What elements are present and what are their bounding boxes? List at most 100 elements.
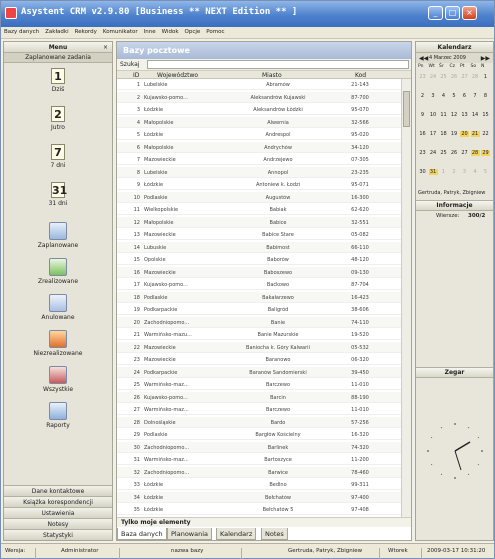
prev-month-icon[interactable]: ◀◀ bbox=[419, 55, 428, 62]
menu-zakladki[interactable]: Zakładki bbox=[42, 27, 71, 35]
calendar-day[interactable]: 19 bbox=[450, 131, 459, 137]
table-row[interactable]: 17 Kujawsko-pomo... Baćkowo 87-704 bbox=[117, 279, 401, 290]
calendar-day[interactable]: 22 bbox=[481, 131, 490, 137]
calendar-day[interactable]: 1 bbox=[481, 74, 490, 80]
table-row[interactable]: 31 Warmińsko-maz... Bartoszyce 11-200 bbox=[117, 454, 401, 465]
filter-planned[interactable]: Zaplanowane bbox=[4, 222, 112, 249]
calendar-day[interactable]: 12 bbox=[450, 112, 459, 118]
menu-opcje[interactable]: Opcje bbox=[182, 27, 204, 35]
menu-bazy-danych[interactable]: Bazy danych bbox=[1, 27, 42, 35]
table-row[interactable]: 12 Małopolskie Babice 32-551 bbox=[117, 216, 401, 228]
menu-komunikator[interactable]: Komunikator bbox=[100, 27, 141, 35]
table-row[interactable]: 20 Zachodniopomo... Banie 74-110 bbox=[117, 316, 401, 328]
filter-today[interactable]: 1 Dziś bbox=[4, 68, 112, 93]
table-row[interactable]: 29 Podlaskie Bargłów Kościelny 16-320 bbox=[117, 429, 401, 440]
maximize-button[interactable]: □ bbox=[445, 6, 460, 20]
table-row[interactable]: 16 Mazowieckie Baboszewo 09-130 bbox=[117, 266, 401, 278]
calendar-day[interactable]: 27 bbox=[460, 150, 469, 156]
search-input[interactable] bbox=[147, 60, 409, 69]
menu-inne[interactable]: Inne bbox=[141, 27, 159, 35]
calendar-day[interactable]: 23 bbox=[418, 74, 427, 80]
calendar-day[interactable]: 7 bbox=[471, 93, 480, 99]
calendar-day[interactable]: 15 bbox=[481, 112, 490, 118]
calendar-day[interactable]: 28 bbox=[471, 74, 480, 80]
filter-7-days[interactable]: 7 7 dni bbox=[4, 144, 112, 169]
calendar-day[interactable]: 26 bbox=[450, 74, 459, 80]
calendar-day[interactable]: 3 bbox=[429, 93, 438, 99]
column-header-wojewodztwo[interactable]: Województwo bbox=[157, 72, 198, 79]
calendar-day[interactable]: 8 bbox=[481, 93, 490, 99]
close-button[interactable]: × bbox=[462, 6, 477, 20]
tab-baza-danych[interactable]: Baza danych bbox=[117, 528, 167, 540]
calendar-day[interactable]: 18 bbox=[439, 131, 448, 137]
calendar-day[interactable]: 5 bbox=[481, 169, 490, 175]
table-row[interactable]: 34 Łódzkie Bełchatów 97-400 bbox=[117, 491, 401, 503]
calendar-day[interactable]: 26 bbox=[450, 150, 459, 156]
calendar-day[interactable]: 24 bbox=[429, 150, 438, 156]
filter-tomorrow[interactable]: 2 Jutro bbox=[4, 106, 112, 131]
table-row[interactable]: 8 Lubelskie Annopol 23-235 bbox=[117, 166, 401, 178]
menu-widok[interactable]: Widok bbox=[159, 27, 182, 35]
calendar-day[interactable]: 1 bbox=[439, 169, 448, 175]
calendar-day[interactable]: 2 bbox=[450, 169, 459, 175]
table-row[interactable]: 5 Łódzkie Andrespol 95-020 bbox=[117, 129, 401, 140]
filter-reports[interactable]: Raporty bbox=[4, 402, 112, 429]
calendar-day[interactable]: 28 bbox=[470, 150, 480, 156]
column-header-id[interactable]: ID bbox=[133, 72, 139, 79]
table-row[interactable]: 3 Łódzkie Aleksandrów Łódzki 95-070 bbox=[117, 104, 401, 115]
menu-rekordy[interactable]: Rekordy bbox=[72, 27, 100, 35]
column-header-kod[interactable]: Kod bbox=[355, 72, 366, 79]
contacts-button[interactable]: Dane kontaktowe bbox=[4, 485, 112, 496]
table-row[interactable]: 27 Warmińsko-maz... Barczewo 11-010 bbox=[117, 404, 401, 415]
notes-button[interactable]: Notesy bbox=[4, 518, 112, 529]
correspondence-button[interactable]: Książka korespondencji bbox=[4, 496, 112, 507]
table-row[interactable]: 32 Zachodniopomo... Barwice 78-460 bbox=[117, 466, 401, 478]
calendar-day[interactable]: 9 bbox=[418, 112, 427, 118]
calendar-day[interactable]: 11 bbox=[439, 112, 448, 118]
table-row[interactable]: 7 Mazowieckie Andrzejewo 07-305 bbox=[117, 154, 401, 165]
filter-31-days[interactable]: 31 31 dni bbox=[4, 182, 112, 207]
calendar-day[interactable]: 20 bbox=[460, 131, 469, 137]
table-row[interactable]: 10 Podlaskie Augustów 16-300 bbox=[117, 191, 401, 203]
calendar-day[interactable]: 25 bbox=[439, 150, 448, 156]
next-month-icon[interactable]: ▶▶ bbox=[481, 55, 490, 62]
statistics-button[interactable]: Statystyki bbox=[4, 529, 112, 540]
table-row[interactable]: 28 Dolnośląskie Bardo 57-256 bbox=[117, 416, 401, 428]
table-row[interactable]: 33 Łódzkie Bedlno 99-311 bbox=[117, 479, 401, 490]
scheduled-tasks-section[interactable]: Zaplanowane zadania bbox=[4, 53, 112, 63]
table-row[interactable]: 21 Warmińsko-mazu... Banie Mazurskie 19-520 bbox=[117, 329, 401, 340]
table-row[interactable]: 26 Kujawsko-pomo... Barcin 88-190 bbox=[117, 391, 401, 403]
calendar-day[interactable]: 3 bbox=[460, 169, 469, 175]
calendar-day[interactable]: 27 bbox=[460, 74, 469, 80]
table-row[interactable]: 22 Mazowieckie Baniocha k. Góry Kalwarii 05… bbox=[117, 341, 401, 353]
table-row[interactable]: 30 Zachodniopomo... Barlinek 74-320 bbox=[117, 441, 401, 453]
only-my-items-filter[interactable]: Tylko moje elementy bbox=[117, 517, 411, 527]
calendar-day[interactable]: 2 bbox=[418, 93, 427, 99]
menu-panel-close-icon[interactable]: × bbox=[103, 42, 108, 53]
filter-all[interactable]: Wszystkie bbox=[4, 366, 112, 393]
table-row[interactable]: 1 Lubelskie Abramów 21-143 bbox=[117, 79, 401, 90]
table-row[interactable]: 13 Mazowieckie Babice Stare 05-082 bbox=[117, 229, 401, 240]
calendar-day[interactable]: 21 bbox=[470, 131, 480, 137]
calendar-day[interactable]: 17 bbox=[429, 131, 438, 137]
settings-button[interactable]: Ustawienia bbox=[4, 507, 112, 518]
calendar-day[interactable]: 10 bbox=[429, 112, 438, 118]
title-bar[interactable]: Asystent CRM v2.9.80 [Business ** NEXT E… bbox=[1, 1, 494, 27]
calendar-day[interactable]: 5 bbox=[450, 93, 459, 99]
table-row[interactable]: 15 Opolskie Baborów 48-120 bbox=[117, 254, 401, 265]
calendar-day[interactable]: 6 bbox=[460, 93, 469, 99]
filter-cancelled[interactable]: Anulowane bbox=[4, 294, 112, 321]
table-row[interactable]: 6 Małopolskie Andrychów 34-120 bbox=[117, 141, 401, 153]
table-row[interactable]: 23 Mazowieckie Baranowo 06-320 bbox=[117, 354, 401, 365]
calendar-day[interactable]: 13 bbox=[460, 112, 469, 118]
table-row[interactable]: 18 Podlaskie Bakałarzewo 16-423 bbox=[117, 291, 401, 303]
calendar-day[interactable]: 4 bbox=[471, 169, 480, 175]
tab-planowania[interactable]: Planowania bbox=[167, 528, 213, 540]
table-row[interactable]: 11 Wielkopolskie Babiak 62-620 bbox=[117, 204, 401, 215]
calendar-day[interactable]: 23 bbox=[418, 150, 427, 156]
column-header-miasto[interactable]: Miasto bbox=[262, 72, 282, 79]
filter-failed[interactable]: Niezrealizowane bbox=[4, 330, 112, 357]
calendar-day[interactable]: 29 bbox=[481, 150, 490, 156]
tab-notes[interactable]: Notes bbox=[261, 528, 288, 540]
calendar-day[interactable]: 24 bbox=[429, 74, 438, 80]
